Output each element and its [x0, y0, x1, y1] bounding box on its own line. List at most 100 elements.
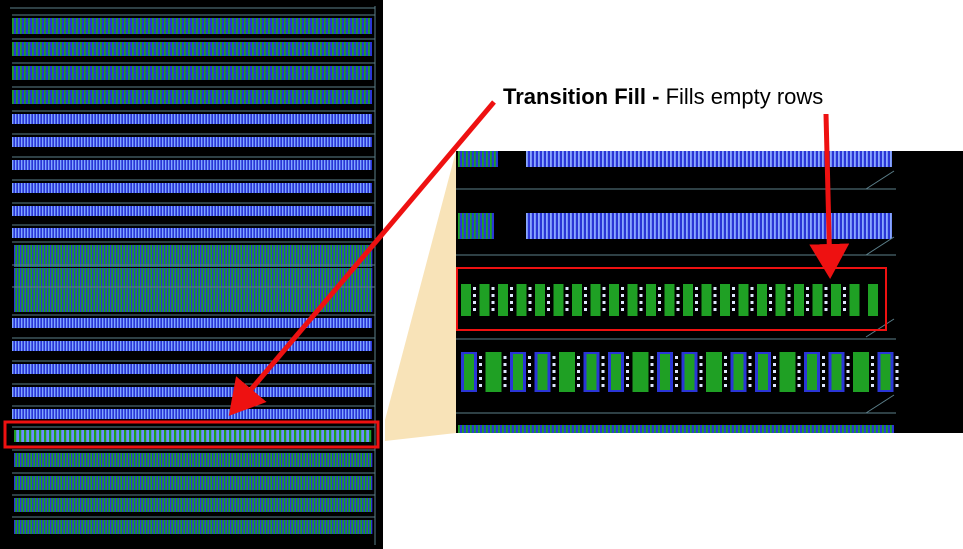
cell-row-stripe	[330, 228, 332, 238]
zoom-cell-stripe	[666, 213, 668, 239]
cell-row-stripe	[23, 290, 25, 312]
cell-row-stripe	[60, 42, 62, 56]
cell-row-stripe	[318, 183, 320, 193]
cell-row-stripe	[12, 228, 14, 238]
cell-row-stripe	[90, 409, 92, 419]
cell-row-stripe	[306, 341, 308, 351]
zoom-cell-stripe	[722, 425, 724, 433]
zoom-cell-stripe	[670, 151, 672, 167]
zoom-cell	[807, 354, 817, 390]
cell-row-stripe	[107, 245, 109, 267]
cell-row-stripe	[192, 42, 194, 56]
cell-row-stripe	[312, 318, 314, 328]
cell-row-stripe	[35, 520, 37, 534]
cell-row-stripe	[20, 520, 22, 534]
cell-row-stripe	[156, 387, 158, 397]
fill-cell	[664, 284, 675, 316]
cell-row-stripe	[15, 409, 17, 419]
cell-row-stripe	[249, 114, 251, 124]
via-dot	[639, 301, 643, 304]
cell-row-stripe	[354, 114, 356, 124]
cell-row-stripe	[105, 114, 107, 124]
cell-row-stripe	[216, 364, 218, 374]
cell-row-stripe	[150, 341, 152, 351]
cell-row-stripe	[124, 18, 126, 34]
fill-row-stripe	[29, 430, 32, 442]
zoom-cell-stripe	[878, 425, 880, 433]
cell-row-stripe	[60, 66, 62, 80]
cell-row-stripe	[272, 90, 274, 104]
cell-row-stripe	[156, 364, 158, 374]
cell-row-stripe	[316, 18, 318, 34]
cell-row-stripe	[294, 364, 296, 374]
cell-row-stripe	[174, 137, 176, 147]
cell-row-stripe	[233, 245, 235, 267]
via-dot	[675, 384, 678, 387]
cell-row-stripe	[68, 245, 70, 267]
cell-row-stripe	[244, 18, 246, 34]
cell-row-stripe	[87, 114, 89, 124]
cell-row-stripe	[36, 206, 38, 216]
cell-row-stripe	[323, 476, 325, 490]
cell-row-stripe	[222, 137, 224, 147]
cell-row-stripe	[228, 18, 230, 34]
cell-row-stripe	[177, 341, 179, 351]
cell-row-stripe	[303, 318, 305, 328]
cell-row-stripe	[159, 387, 161, 397]
cell-row-stripe	[318, 318, 320, 328]
cell-row-stripe	[258, 160, 260, 170]
cell-row-stripe	[96, 137, 98, 147]
cell-row-stripe	[365, 245, 367, 267]
cell-row-stripe	[345, 114, 347, 124]
cell-row-stripe	[246, 160, 248, 170]
cell-row-stripe	[39, 318, 41, 328]
cell-row-stripe	[246, 206, 248, 216]
zoom-cell-stripe	[606, 425, 608, 433]
zoom-cell-stripe	[534, 213, 536, 239]
fill-cell	[849, 284, 860, 316]
cell-row-stripe	[278, 290, 280, 312]
cell-row-stripe	[132, 18, 134, 34]
cell-row-stripe	[51, 318, 53, 328]
cell-row-stripe	[153, 206, 155, 216]
cell-row-stripe	[231, 206, 233, 216]
cell-row-stripe	[198, 183, 200, 193]
cell-row-stripe	[75, 387, 77, 397]
cell-row-stripe	[192, 228, 194, 238]
cell-row-stripe	[342, 114, 344, 124]
cell-row-stripe	[59, 290, 61, 312]
zoom-tick	[865, 394, 895, 414]
cell-row-stripe	[164, 18, 166, 34]
cell-row-stripe	[290, 453, 292, 467]
cell-row-stripe	[149, 290, 151, 312]
cell-row-stripe	[87, 160, 89, 170]
cell-row-stripe	[207, 387, 209, 397]
cell-row-stripe	[249, 318, 251, 328]
cell-row-stripe	[88, 18, 90, 34]
cell-row-stripe	[363, 183, 365, 193]
cell-row-stripe	[245, 245, 247, 267]
via-dot	[479, 356, 482, 359]
cell-row-stripe	[284, 476, 286, 490]
cell-row-stripe	[123, 228, 125, 238]
cell-row-stripe	[197, 453, 199, 467]
cell-row-stripe	[114, 137, 116, 147]
cell-row-stripe	[300, 341, 302, 351]
cell-row-stripe	[66, 114, 68, 124]
zoom-cell-stripe	[690, 425, 692, 433]
cell-row-stripe	[164, 245, 166, 267]
via-dot	[895, 377, 899, 380]
cell-row-stripe	[327, 137, 329, 147]
cell-row-stripe	[299, 245, 301, 267]
cell-row-stripe	[320, 18, 322, 34]
fill-row-stripe	[189, 430, 192, 442]
cell-row-stripe	[137, 498, 139, 512]
cell-row-stripe	[275, 476, 277, 490]
cell-row-stripe	[351, 137, 353, 147]
cell-row-stripe	[237, 318, 239, 328]
cell-row-stripe	[335, 476, 337, 490]
cell-row-stripe	[234, 183, 236, 193]
cell-row-stripe	[68, 453, 70, 467]
cell-row-stripe	[74, 520, 76, 534]
cell-row-stripe	[116, 66, 118, 80]
